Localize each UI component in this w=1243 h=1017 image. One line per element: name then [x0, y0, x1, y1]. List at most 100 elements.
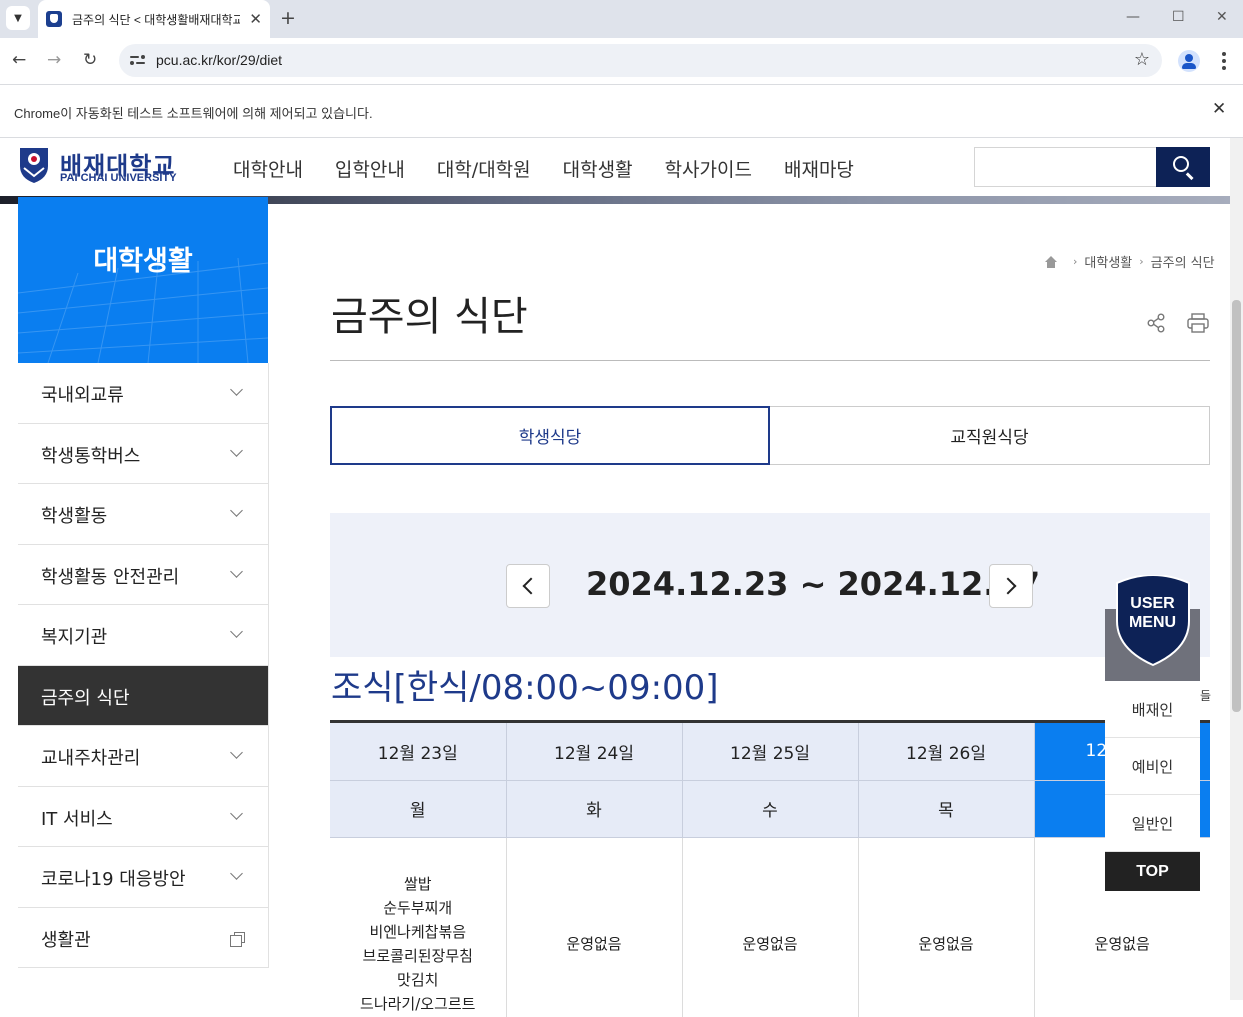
menu-cell-mon: 쌀밥 순두부찌개 비엔나케찹볶음 브로콜리된장무침 맛김치 드나라기/오그르트 [330, 837, 507, 1017]
sidebar-item-weekly-menu[interactable]: 금주의 식단 [18, 665, 268, 726]
automation-infobar: Chrome이 자동화된 테스트 소프트웨어에 의해 제어되고 있습니다. ✕ [0, 84, 1243, 138]
sidebar-item-shuttle-bus[interactable]: 학생통학버스 [18, 423, 268, 484]
new-tab-icon[interactable]: + [280, 7, 296, 29]
user-menu-title[interactable]: USER MENU [1105, 594, 1200, 632]
gnb-item-campus-life[interactable]: 대학생활 [563, 155, 633, 182]
user-menu-title-line2: MENU [1128, 614, 1177, 631]
sidebar-item-label: 국내외교류 [41, 385, 124, 406]
user-menu-item-prospective[interactable]: 예비인 [1105, 738, 1200, 795]
user-menu-item-general[interactable]: 일반인 [1105, 795, 1200, 852]
page-scrollbar-thumb[interactable] [1232, 300, 1241, 712]
sidebar-title: 대학생활 [93, 246, 193, 277]
menu-table: 12월 23일 12월 24일 12월 25일 12월 26일 12 월 화 수… [330, 723, 1210, 1017]
date-cell: 12월 26일 [858, 723, 1035, 781]
search-input[interactable] [974, 147, 1156, 187]
browser-tab-strip: ▼ 금주의 식단 < 대학생활배재대학교 ✕ + — ☐ ✕ [0, 0, 1243, 38]
bookmark-star-icon[interactable]: ☆ [1134, 49, 1150, 70]
site-header: 배재대학교 PAI CHAI UNIVERSITY 대학안내 입학안내 대학/대… [0, 138, 1243, 198]
sidebar-item-label: IT 서비스 [41, 808, 113, 830]
user-menu-item-member[interactable]: 배재인 [1105, 681, 1200, 738]
sidebar-item-label: 학생활동 [41, 506, 108, 527]
weekday-cell: 월 [330, 780, 507, 838]
kebab-menu-icon[interactable] [1222, 52, 1226, 70]
close-icon[interactable]: ✕ [1212, 99, 1226, 119]
gnb-item-colleges[interactable]: 대학/대학원 [437, 155, 531, 182]
breadcrumb-item[interactable]: 대학생활 [1084, 252, 1132, 271]
forward-icon[interactable]: → [47, 50, 61, 70]
hidden-menu-text: 들 [1200, 689, 1212, 703]
sidebar-item-parking[interactable]: 교내주차관리 [18, 726, 268, 787]
menu-cell-wed: 운영없음 [682, 837, 859, 1017]
tab-search-icon[interactable]: ▼ [6, 6, 30, 30]
sidebar-item-it-service[interactable]: IT 서비스 [18, 786, 268, 847]
menu-item: 맛김치 [397, 970, 439, 989]
close-icon[interactable]: ✕ [249, 10, 262, 28]
weekday-cell: 목 [858, 780, 1035, 838]
sidebar-item-welfare[interactable]: 복지기관 [18, 605, 268, 666]
back-icon[interactable]: ← [12, 50, 26, 70]
menu-cell-tue: 운영없음 [506, 837, 683, 1017]
cafeteria-tabs: 학생식당 교직원식당 [330, 406, 1210, 465]
address-bar[interactable]: pcu.ac.kr/kor/29/diet ☆ [119, 44, 1162, 77]
print-icon[interactable] [1187, 313, 1209, 333]
gnb-item-academic-guide[interactable]: 학사가이드 [665, 155, 752, 182]
search-button[interactable] [1156, 147, 1210, 187]
reload-icon[interactable]: ↻ [83, 50, 97, 70]
page-title: 금주의 식단 [331, 294, 528, 340]
chevron-down-icon [230, 625, 243, 638]
breadcrumb-item[interactable]: 금주의 식단 [1151, 252, 1215, 271]
favicon-icon [46, 11, 62, 27]
tab-student-cafeteria[interactable]: 학생식당 [330, 406, 770, 465]
sidebar-item-exchange[interactable]: 국내외교류 [18, 363, 268, 424]
menu-item: 비엔나케찹볶음 [369, 922, 467, 941]
sidebar-item-label: 복지기관 [41, 627, 108, 648]
breadcrumb: › 대학생활 › 금주의 식단 [1044, 252, 1215, 271]
date-cell: 12월 25일 [682, 723, 859, 781]
global-nav: 대학안내 입학안내 대학/대학원 대학생활 학사가이드 배재마당 [233, 155, 886, 182]
previous-week-button[interactable] [506, 564, 550, 608]
chevron-down-icon [230, 867, 243, 880]
gnb-item-admission[interactable]: 입학안내 [335, 155, 405, 182]
sidebar-item-covid19[interactable]: 코로나19 대응방안 [18, 847, 268, 908]
top-button[interactable]: TOP [1105, 852, 1200, 891]
sidebar-item-label: 생활관 [41, 929, 91, 951]
gnb-item-community[interactable]: 배재마당 [784, 155, 854, 182]
share-icon[interactable] [1146, 313, 1166, 333]
minimize-icon[interactable]: — [1126, 9, 1140, 25]
sidebar-item-label: 금주의 식단 [41, 687, 130, 709]
week-selector: 2024.12.23 ~ 2024.12.27 [330, 513, 1210, 657]
gnb-item-about[interactable]: 대학안내 [233, 155, 303, 182]
chevron-down-icon [230, 443, 243, 457]
sidebar-item-label: 학생활동 안전관리 [41, 566, 180, 588]
url-text[interactable]: pcu.ac.kr/kor/29/diet [156, 52, 282, 68]
browser-tab[interactable]: 금주의 식단 < 대학생활배재대학교 ✕ [38, 0, 270, 38]
window-close-icon[interactable]: ✕ [1216, 9, 1228, 25]
logo-english[interactable]: PAI CHAI UNIVERSITY [60, 172, 177, 184]
date-cell: 12월 23일 [330, 723, 507, 781]
tab-staff-cafeteria[interactable]: 교직원식당 [770, 406, 1210, 465]
home-icon[interactable] [1044, 255, 1058, 268]
menu-row: 쌀밥 순두부찌개 비엔나케찹볶음 브로콜리된장무침 맛김치 드나라기/오그르트 … [330, 837, 1210, 1017]
maximize-icon[interactable]: ☐ [1172, 9, 1185, 25]
profile-icon[interactable] [1178, 50, 1200, 72]
menu-item: 순두부찌개 [383, 898, 453, 917]
sidebar-item-label: 학생통학버스 [41, 445, 141, 467]
breadcrumb-separator-icon: › [1073, 255, 1078, 268]
menu-cell-thu: 운영없음 [858, 837, 1035, 1017]
chevron-down-icon [230, 806, 243, 820]
university-emblem-icon[interactable] [18, 146, 50, 184]
next-week-button[interactable] [989, 564, 1033, 608]
sidebar-item-label: 교내주차관리 [41, 748, 141, 769]
sidebar-item-student-activities[interactable]: 학생활동 [18, 484, 268, 545]
sidebar-item-label: 코로나19 대응방안 [41, 869, 186, 890]
sidebar-item-activity-safety[interactable]: 학생활동 안전관리 [18, 544, 268, 605]
chevron-down-icon [230, 746, 243, 759]
date-row: 12월 23일 12월 24일 12월 25일 12월 26일 12 [330, 723, 1210, 781]
site-info-icon[interactable] [130, 52, 146, 68]
menu-item: 브로콜리된장무침 [362, 946, 473, 965]
breadcrumb-separator-icon: › [1139, 255, 1144, 268]
meal-heading: 조식[한식/08:00~09:00] [331, 668, 719, 708]
sidebar-item-dormitory[interactable]: 생활관 [18, 907, 268, 968]
chevron-down-icon [230, 564, 243, 578]
browser-toolbar: ← → ↻ pcu.ac.kr/kor/29/diet ☆ [0, 38, 1243, 84]
